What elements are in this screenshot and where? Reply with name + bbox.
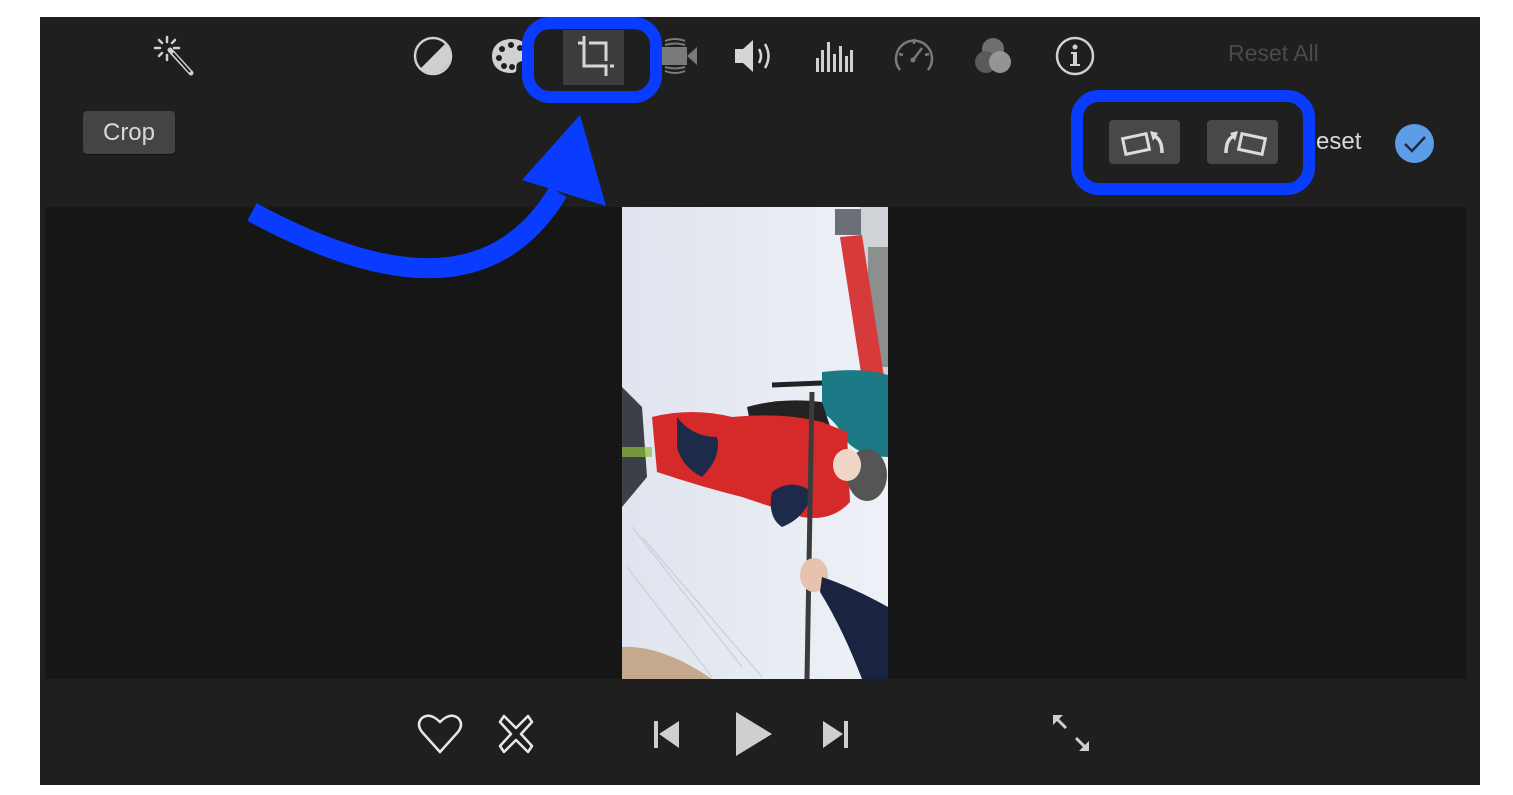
filter-circles-icon[interactable] [969,33,1019,79]
equalizer-icon[interactable] [809,33,859,79]
crop-mode-label: Crop [83,111,175,154]
info-icon[interactable] [1050,33,1100,79]
play-icon[interactable] [724,706,780,762]
video-frame [622,207,888,679]
skip-back-icon[interactable] [645,712,689,756]
ski-video-thumbnail [622,207,888,679]
apply-crop-button[interactable] [1395,124,1434,163]
speaker-icon[interactable] [729,33,779,79]
annotation-arrow [247,115,606,279]
speedometer-icon[interactable] [889,33,939,79]
magic-wand-icon[interactable] [150,33,200,79]
checkmark-icon [1402,133,1428,155]
heart-icon[interactable] [414,710,466,758]
crop-tool-highlight [522,17,662,103]
skip-forward-icon[interactable] [813,712,857,756]
reject-x-icon[interactable] [492,710,540,758]
rotate-buttons-highlight [1071,90,1315,195]
reset-crop-button[interactable]: eset [1316,128,1361,156]
expand-arrows-icon[interactable] [1048,710,1094,756]
color-balance-icon[interactable] [408,33,458,79]
reset-all-button[interactable]: Reset All [1228,40,1319,67]
